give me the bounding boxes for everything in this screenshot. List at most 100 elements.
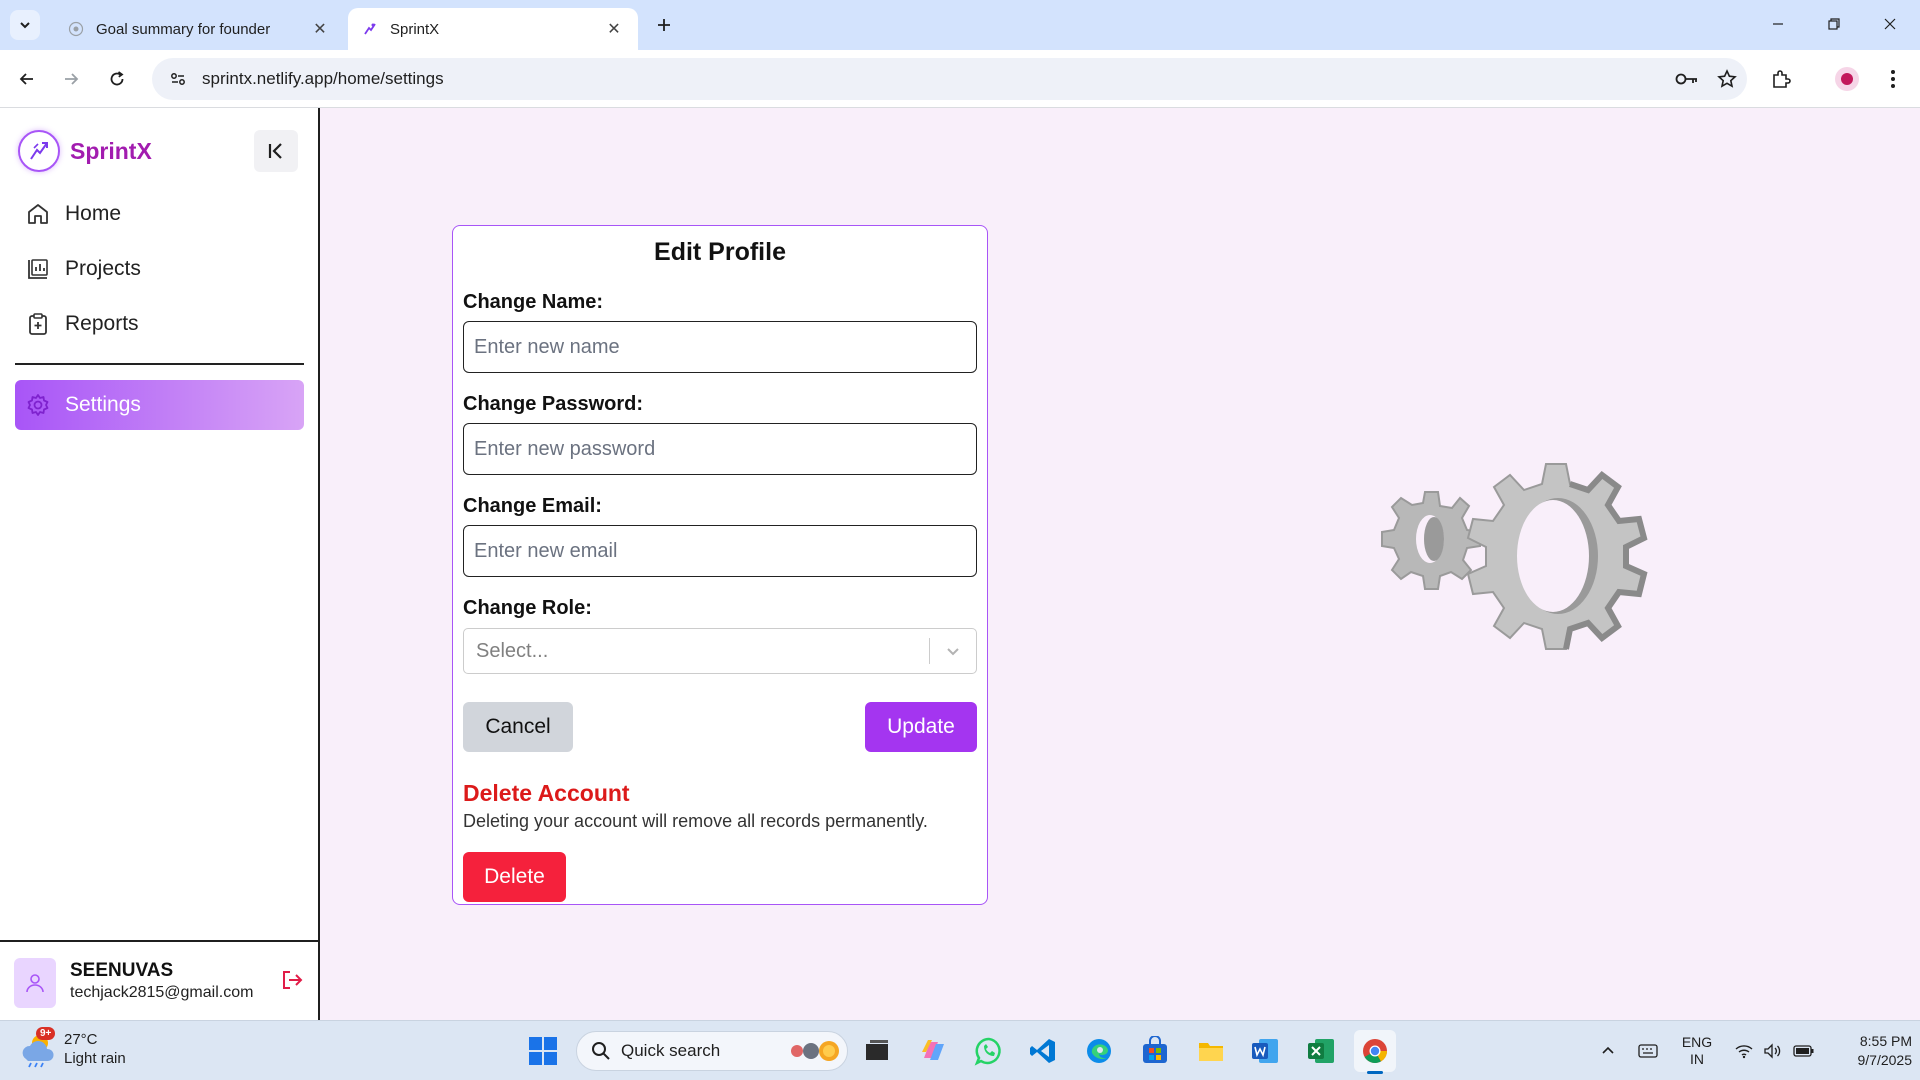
- user-icon: [26, 974, 44, 993]
- close-icon: [1884, 18, 1896, 30]
- task-view-button[interactable]: [856, 1030, 898, 1072]
- chevron-up-icon: [1602, 1046, 1614, 1054]
- logout-icon: [283, 971, 303, 989]
- clock[interactable]: 8:55 PM 9/7/2025: [1820, 1021, 1913, 1080]
- minimize-icon: [1773, 23, 1783, 25]
- role-label: Change Role:: [463, 597, 592, 619]
- vscode-app[interactable]: [1022, 1030, 1064, 1072]
- gears-illustration: [1381, 463, 1648, 650]
- role-select[interactable]: Select...: [463, 628, 977, 674]
- tab-title: SprintX: [390, 20, 440, 38]
- sprintx-logo-icon: [18, 130, 60, 172]
- weather-badge: 9+: [36, 1027, 56, 1040]
- gear-icon: [25, 392, 51, 418]
- password-key-icon[interactable]: [1667, 61, 1707, 97]
- password-input[interactable]: [463, 423, 977, 475]
- close-window-button[interactable]: [1870, 8, 1910, 40]
- large-gear-icon: [1466, 463, 1648, 650]
- sidebar-item-reports[interactable]: Reports: [15, 299, 304, 349]
- sidebar-item-settings[interactable]: Settings: [15, 380, 304, 430]
- weather-condition: Light rain: [64, 1050, 126, 1067]
- battery-icon[interactable]: [1790, 1021, 1818, 1080]
- edge-app[interactable]: [1078, 1030, 1120, 1072]
- sidebar-item-label: Home: [65, 202, 122, 225]
- start-button[interactable]: [522, 1030, 564, 1072]
- volume-icon[interactable]: [1760, 1021, 1786, 1080]
- show-hidden-icons-button[interactable]: [1596, 1021, 1620, 1080]
- new-tab-button[interactable]: [650, 11, 678, 39]
- email-input[interactable]: [463, 525, 977, 577]
- store-icon: [1143, 1036, 1167, 1063]
- delete-button[interactable]: Delete: [463, 852, 566, 902]
- sidebar: SprintX Home Projects Reports Settings S…: [0, 108, 320, 1020]
- restore-icon: [1828, 18, 1840, 30]
- folder-icon: [1199, 1043, 1223, 1061]
- browser-toolbar: sprintx.netlify.app/home/settings: [0, 50, 1920, 108]
- chrome-icon: [1363, 1039, 1387, 1064]
- search-placeholder: Quick search: [621, 1041, 721, 1060]
- sidebar-item-home[interactable]: Home: [15, 189, 304, 239]
- reload-icon: [110, 71, 124, 86]
- email-label: Change Email:: [463, 495, 602, 517]
- bookmark-star-icon[interactable]: [1707, 61, 1747, 97]
- edge-icon: [1087, 1039, 1111, 1063]
- brand[interactable]: SprintX: [18, 130, 152, 172]
- app-main: SprintX Home Projects Reports Settings S…: [0, 108, 1920, 1020]
- excel-icon: [1308, 1039, 1334, 1063]
- url-text[interactable]: sprintx.netlify.app/home/settings: [202, 69, 1667, 89]
- clock-date: 9/7/2025: [1857, 1052, 1913, 1068]
- close-icon[interactable]: ✕: [310, 19, 330, 39]
- sidebar-item-projects[interactable]: Projects: [15, 244, 304, 294]
- forward-button[interactable]: [56, 64, 86, 94]
- store-app[interactable]: [1134, 1030, 1176, 1072]
- collapse-left-icon: [268, 143, 282, 159]
- small-gear-icon: [1381, 491, 1481, 590]
- chart-icon: [25, 256, 51, 282]
- tab-search-button[interactable]: [10, 10, 40, 40]
- clock-time: 8:55 PM: [1859, 1033, 1912, 1049]
- file-explorer-app[interactable]: [1190, 1030, 1232, 1072]
- minimize-button[interactable]: [1758, 8, 1798, 40]
- chevron-down-icon[interactable]: [930, 642, 976, 660]
- avatar: [14, 958, 56, 1008]
- more-options-icon[interactable]: [1878, 64, 1908, 94]
- taskbar-search[interactable]: Quick search: [576, 1031, 848, 1071]
- collapse-sidebar-button[interactable]: [254, 130, 298, 172]
- page-title: Edit Profile: [654, 238, 786, 266]
- restore-button[interactable]: [1814, 8, 1854, 40]
- cancel-button[interactable]: Cancel: [463, 702, 573, 752]
- profile-avatar-icon[interactable]: [1832, 64, 1862, 94]
- task-view-icon: [866, 1040, 888, 1060]
- user-name: SEENUVAS: [70, 960, 174, 981]
- sidebar-item-label: Settings: [65, 393, 141, 416]
- copilot-icon: [922, 1040, 944, 1060]
- delete-account-description: Deleting your account will remove all re…: [463, 811, 928, 831]
- rain-cloud-icon: 9+: [18, 1027, 58, 1069]
- word-app[interactable]: [1244, 1030, 1286, 1072]
- address-bar[interactable]: sprintx.netlify.app/home/settings: [152, 58, 1747, 100]
- language-indicator[interactable]: ENG IN: [1670, 1021, 1724, 1080]
- close-icon[interactable]: ✕: [604, 19, 624, 39]
- weather-widget[interactable]: 9+ 27°C Light rain: [18, 1027, 126, 1069]
- user-card: SEENUVAS techjack2815@gmail.com: [0, 940, 318, 1020]
- windows-logo-icon: [529, 1037, 557, 1065]
- name-input[interactable]: [463, 321, 977, 373]
- wifi-icon[interactable]: [1732, 1021, 1756, 1080]
- logout-button[interactable]: [278, 966, 306, 994]
- whatsapp-app[interactable]: [968, 1030, 1010, 1072]
- extensions-icon[interactable]: [1766, 64, 1796, 94]
- user-email: techjack2815@gmail.com: [70, 984, 254, 1001]
- excel-app[interactable]: [1300, 1030, 1342, 1072]
- reload-button[interactable]: [102, 64, 132, 94]
- copilot-app[interactable]: [912, 1030, 954, 1072]
- keyboard-icon[interactable]: [1634, 1021, 1662, 1080]
- tab-sprintx[interactable]: SprintX ✕: [348, 8, 638, 50]
- back-button[interactable]: [12, 64, 42, 94]
- site-settings-icon[interactable]: [158, 69, 198, 89]
- update-button[interactable]: Update: [865, 702, 977, 752]
- tab-goal-summary[interactable]: Goal summary for founder ✕: [54, 8, 344, 50]
- browser-tab-strip: Goal summary for founder ✕ SprintX ✕: [0, 0, 1920, 50]
- chevron-down-icon: [20, 22, 30, 29]
- globe-icon: [68, 21, 84, 37]
- chrome-app[interactable]: [1354, 1030, 1396, 1074]
